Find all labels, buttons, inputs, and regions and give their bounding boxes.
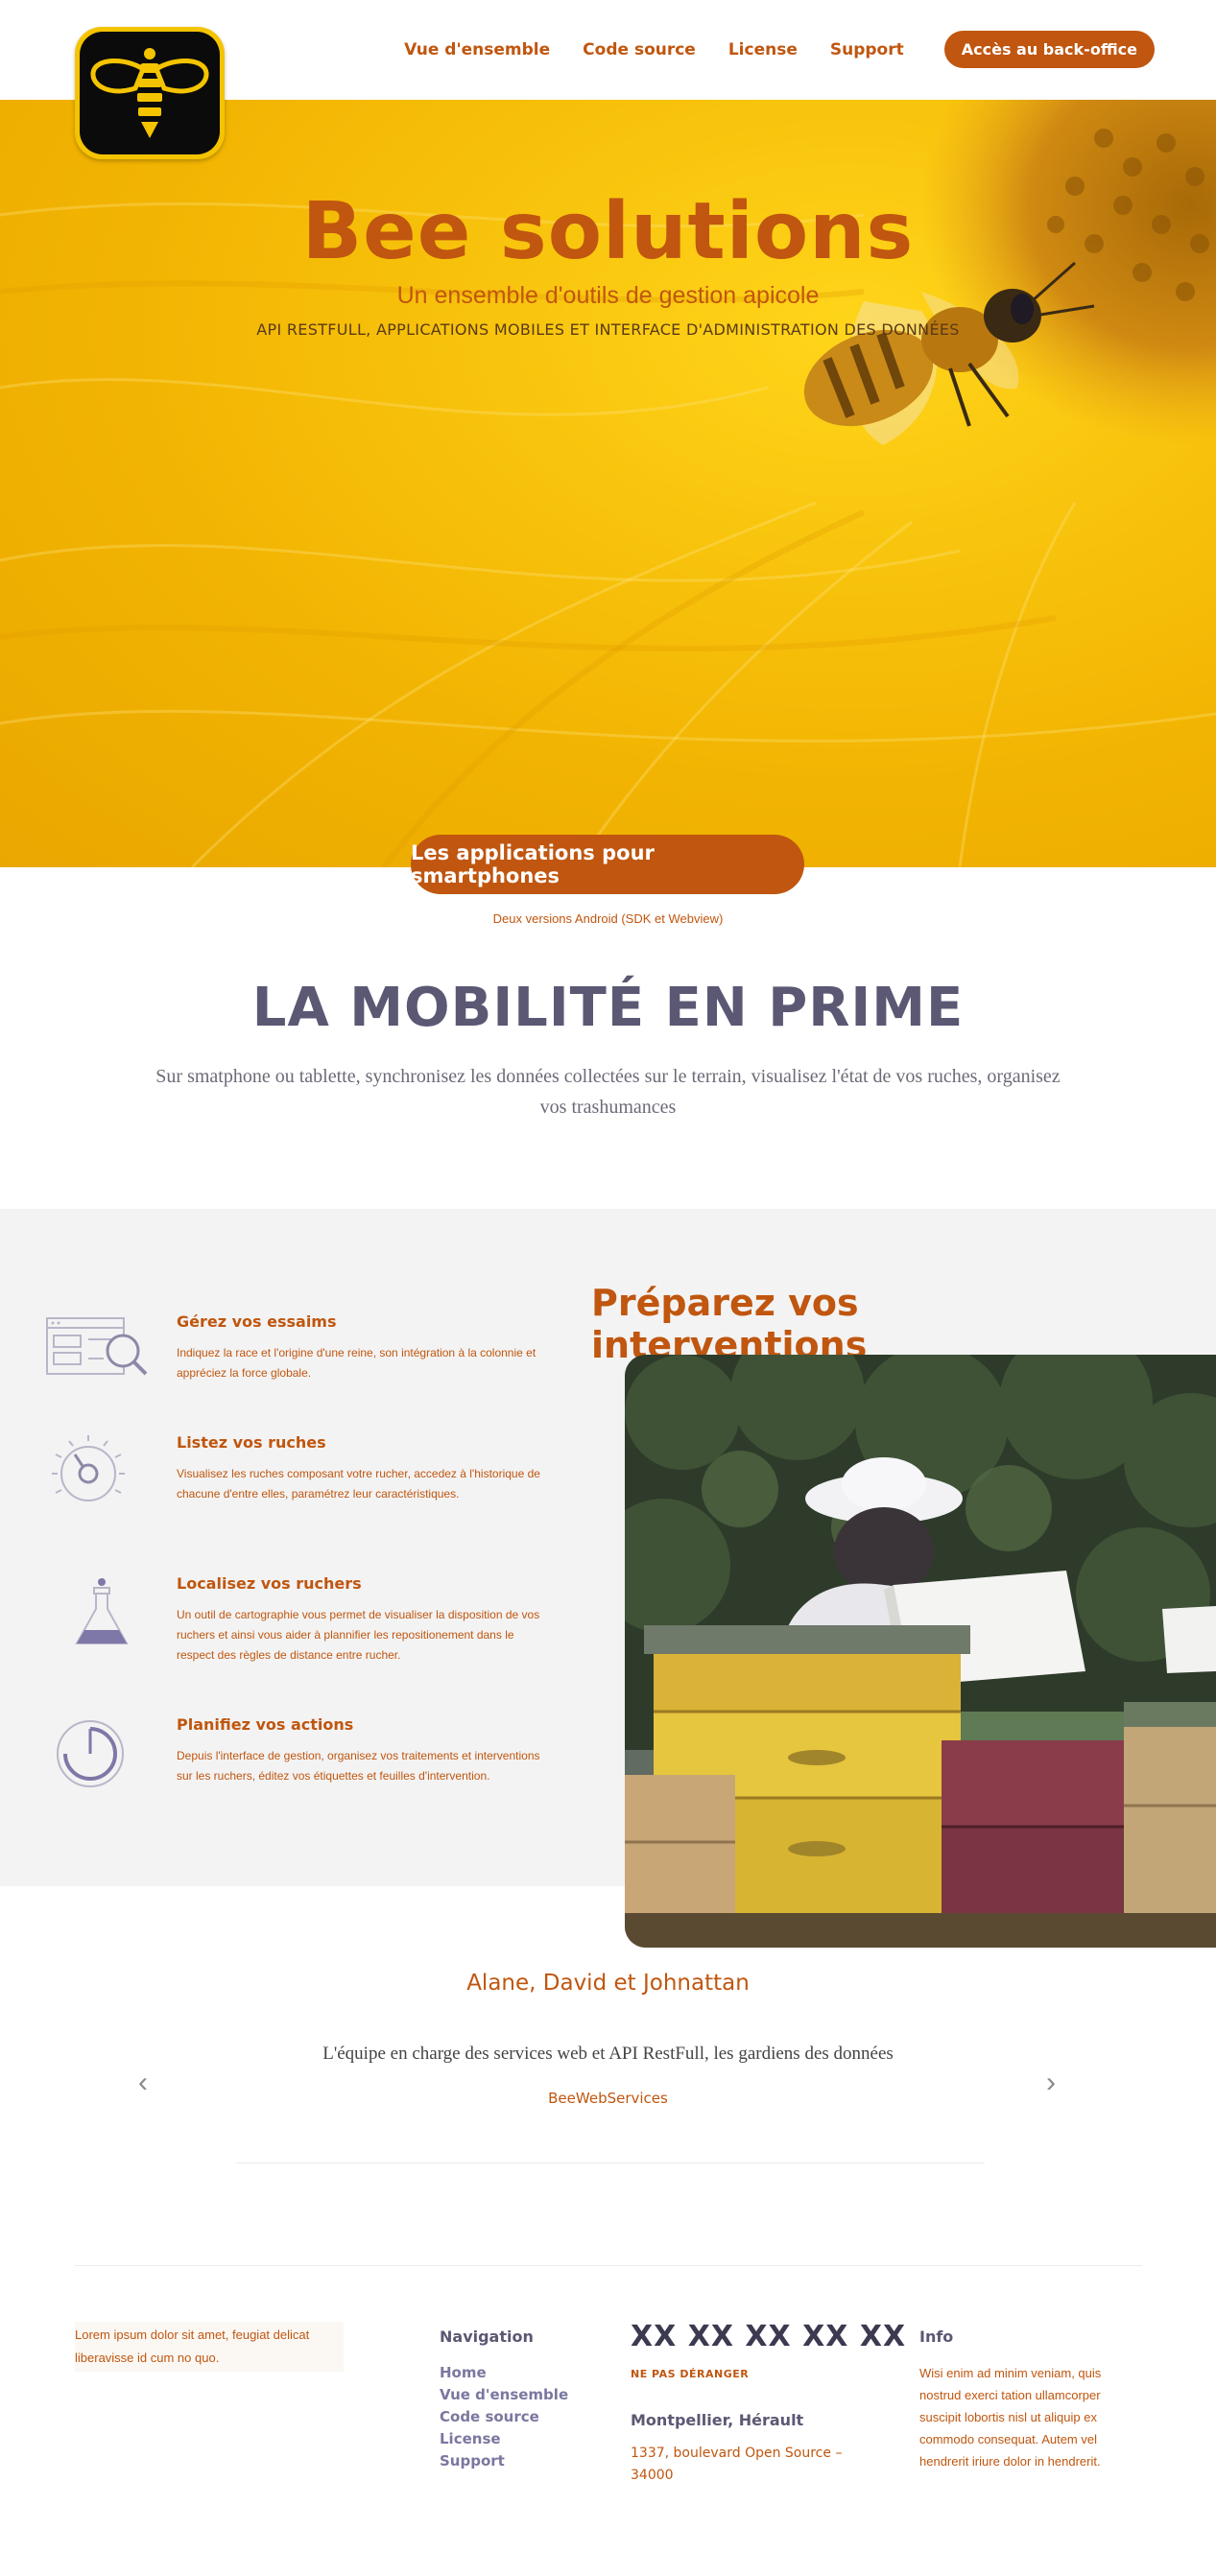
mobility-title: LA MOBILITÉ EN PRIME [251, 977, 965, 1039]
mobility-text: Sur smatphone ou tablette, synchronisez … [155, 1066, 1061, 1118]
smartphone-apps-button[interactable]: Les applications pour smartphones [411, 835, 804, 894]
hero-title: Bee solutions [301, 186, 915, 277]
back-office-button[interactable]: Accès au back-office [943, 31, 1155, 68]
footer-link-source-code[interactable]: Code source [440, 2406, 568, 2428]
footer-link-overview[interactable]: Vue d'ensemble [440, 2384, 568, 2406]
footer-dnd-label: NE PAS DÉRANGER [631, 2368, 750, 2380]
footer-link-home[interactable]: Home [440, 2362, 568, 2384]
hero-subtitle: Un ensemble d'outils de gestion apicole [396, 282, 820, 309]
footer-city: Montpellier, Hérault [631, 2411, 804, 2429]
carousel-next-icon[interactable]: › [1046, 2068, 1056, 2097]
feature-text: Un outil de cartographie vous permet de … [177, 1608, 540, 1662]
nav-link-support[interactable]: Support [830, 40, 904, 59]
beekeeper-photo [625, 1355, 1216, 1948]
team-names: Alane, David et Johnattan [466, 1971, 750, 1996]
nav-link-overview[interactable]: Vue d'ensemble [404, 40, 550, 59]
dial-icon [52, 1435, 125, 1501]
main-nav: Vue d'ensemble Code source License Suppo… [371, 31, 1155, 68]
footer-about-text: Lorem ipsum dolor sit amet, feugiat deli… [75, 2322, 344, 2372]
footer-phone: XX XX XX XX XX [631, 2320, 907, 2353]
testimonial-quote: L'équipe en charge des services web et A… [322, 2044, 894, 2064]
nav-link-license[interactable]: License [728, 40, 798, 59]
divider [236, 2162, 985, 2163]
feature-text: Depuis l'interface de gestion, organisez… [177, 1749, 540, 1783]
feature-title: Gérez vos essaims [177, 1312, 337, 1331]
testimonial-company: BeeWebServices [548, 2090, 668, 2107]
bee-logo-icon [80, 32, 220, 154]
timer-icon [57, 1720, 124, 1787]
footer-link-support[interactable]: Support [440, 2450, 568, 2472]
divider [75, 2265, 1142, 2266]
feature-title: Localisez vos ruchers [177, 1574, 362, 1593]
footer-link-license[interactable]: License [440, 2428, 568, 2450]
footer-nav: Home Vue d'ensemble Code source License … [440, 2362, 568, 2472]
feature-text: Indiquez la race et l'origine d'une rein… [177, 1346, 536, 1380]
search-dashboard-icon [46, 1317, 148, 1376]
footer-info-title: Info [919, 2328, 954, 2346]
footer-address: 1337, boulevard Open Source – 34000 [631, 2446, 843, 2483]
feature-text: Visualisez les ruches composant votre ru… [177, 1467, 540, 1501]
flask-icon [75, 1578, 129, 1644]
feature-title: Listez vos ruches [177, 1433, 326, 1452]
bee-logo[interactable] [75, 27, 225, 159]
apps-note: Deux versions Android (SDK et Webview) [492, 911, 724, 926]
footer-nav-title: Navigation [440, 2328, 534, 2346]
footer-info-text: Wisi enim ad minim veniam, quis nostrud … [919, 2366, 1102, 2469]
feature-title: Planifiez vos actions [177, 1715, 354, 1734]
hero-tagline: API RESTFULL, APPLICATIONS MOBILES ET IN… [256, 320, 960, 339]
hero-banner: Bee solutions Un ensemble d'outils de ge… [0, 100, 1216, 867]
interventions-title: Préparez vos interventions [591, 1282, 868, 1366]
nav-link-source-code[interactable]: Code source [583, 40, 696, 59]
